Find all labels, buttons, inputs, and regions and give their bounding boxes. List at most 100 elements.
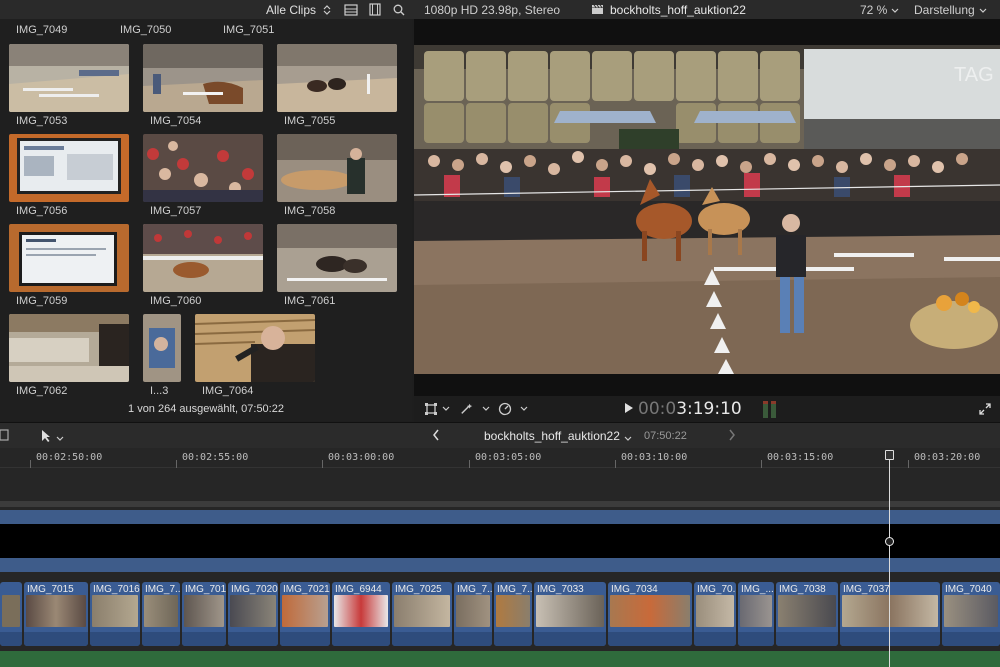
clip-filmstrip bbox=[778, 595, 836, 627]
clip-label: IMG_7064 bbox=[202, 385, 254, 397]
clip-thumbnail[interactable] bbox=[143, 134, 263, 202]
clip-audio bbox=[392, 632, 452, 646]
clip-label: IMG_7058 bbox=[284, 205, 336, 217]
timeline-clip[interactable]: IMG_7037 bbox=[840, 582, 940, 646]
chevron-down-icon[interactable] bbox=[520, 403, 528, 415]
timeline-clip[interactable]: IMG_... bbox=[738, 582, 774, 646]
clip-audio bbox=[332, 632, 390, 646]
connected-clip-bar[interactable] bbox=[0, 510, 1000, 524]
clip-label: IMG_7062 bbox=[16, 385, 68, 397]
speed-gauge-icon[interactable] bbox=[498, 402, 512, 416]
play-icon[interactable] bbox=[624, 399, 634, 419]
clip-name: IMG_7025 bbox=[395, 584, 442, 595]
clip-name: IMG_7033 bbox=[537, 584, 584, 595]
clip-name: IMG_6944 bbox=[335, 584, 382, 595]
clip-audio bbox=[142, 632, 180, 646]
fullscreen-icon[interactable] bbox=[978, 402, 992, 416]
audio-lane[interactable] bbox=[0, 651, 1000, 667]
timeline-clip[interactable]: IMG_7016 bbox=[90, 582, 140, 646]
clip-filter-menu[interactable]: Alle Clips bbox=[266, 3, 334, 17]
viewer: TAG bbox=[414, 19, 1000, 421]
clip-name: IMG_7... bbox=[145, 584, 180, 595]
skimmer-dot bbox=[885, 537, 894, 546]
ruler-tick bbox=[30, 460, 31, 468]
clip-audio bbox=[942, 632, 1000, 646]
clip-thumbnail[interactable] bbox=[9, 134, 129, 202]
clip-name: IMG_7015 bbox=[27, 584, 74, 595]
timeline-clip[interactable]: IMG_7... bbox=[454, 582, 492, 646]
clip-filmstrip bbox=[496, 595, 530, 627]
display-label: Darstellung bbox=[914, 2, 975, 17]
clip-thumbnail[interactable] bbox=[143, 44, 263, 112]
timeline[interactable]: IMG_7015 IMG_7016 IMG_7... IMG_7018 IMG_… bbox=[0, 468, 1000, 667]
timeline-clip[interactable]: IMG_7021 bbox=[280, 582, 330, 646]
clip-thumbnail[interactable] bbox=[9, 224, 129, 292]
timeline-clip[interactable]: IMG_70... bbox=[694, 582, 736, 646]
timeline-project-name[interactable]: bockholts_hoff_auktion22 bbox=[484, 429, 620, 443]
back-icon[interactable] bbox=[432, 429, 440, 444]
playhead[interactable] bbox=[889, 452, 890, 667]
select-tool-icon[interactable] bbox=[40, 429, 52, 446]
list-view-icon[interactable] bbox=[344, 3, 358, 17]
ruler-tick bbox=[908, 460, 909, 468]
search-icon[interactable] bbox=[392, 3, 406, 17]
timeline-clip[interactable]: IMG_7... bbox=[494, 582, 532, 646]
chevron-down-icon[interactable] bbox=[442, 403, 450, 415]
ruler-tick bbox=[761, 460, 762, 468]
zoom-menu[interactable]: 72 % bbox=[860, 3, 899, 17]
clip-name: IMG_7... bbox=[497, 584, 532, 595]
display-menu[interactable]: Darstellung bbox=[914, 3, 987, 17]
clip-filter-label: Alle Clips bbox=[265, 2, 316, 17]
timeline-clip[interactable]: IMG_7040 bbox=[942, 582, 1000, 646]
clip-audio bbox=[90, 632, 140, 646]
browser-toolbar: Alle Clips bbox=[0, 0, 412, 19]
clip-thumbnail[interactable] bbox=[277, 44, 397, 112]
clip-thumbnail[interactable] bbox=[9, 44, 129, 112]
clip-thumbnail[interactable] bbox=[143, 224, 263, 292]
timeline-clip[interactable]: IMG_7018 bbox=[182, 582, 226, 646]
black-clip[interactable] bbox=[0, 524, 1000, 558]
clip-label: IMG_7056 bbox=[16, 205, 68, 217]
chevron-down-icon[interactable] bbox=[624, 433, 632, 445]
storyline-bar[interactable] bbox=[0, 558, 1000, 572]
ruler-tick bbox=[322, 460, 323, 468]
clip-thumbnail[interactable] bbox=[277, 224, 397, 292]
timeline-clip[interactable]: IMG_7034 bbox=[608, 582, 692, 646]
clip-thumbnail[interactable] bbox=[143, 314, 181, 382]
timeline-clip[interactable]: IMG_7020 bbox=[228, 582, 278, 646]
clip-audio bbox=[494, 632, 532, 646]
up-down-chevron-icon bbox=[320, 3, 334, 17]
magic-wand-icon[interactable] bbox=[460, 402, 474, 416]
timecode-display: 00:03:19:10 bbox=[624, 399, 742, 419]
chevron-down-icon[interactable] bbox=[482, 403, 490, 415]
ruler-tick bbox=[176, 460, 177, 468]
timeline-clip[interactable]: IMG_7033 bbox=[534, 582, 606, 646]
chevron-down-icon[interactable] bbox=[56, 433, 64, 445]
transform-icon[interactable] bbox=[424, 402, 438, 416]
timeline-clip[interactable]: IMG_7015 bbox=[24, 582, 88, 646]
clip-audio bbox=[182, 632, 226, 646]
forward-icon[interactable] bbox=[728, 429, 736, 444]
clip-filmstrip bbox=[610, 595, 690, 627]
clip-filmstrip bbox=[92, 595, 138, 627]
timeline-clip[interactable]: IMG_7025 bbox=[392, 582, 452, 646]
clip-thumbnail[interactable] bbox=[195, 314, 315, 382]
clip-thumbnail[interactable] bbox=[9, 314, 129, 382]
clip-name: IMG_70... bbox=[697, 584, 736, 595]
clip-thumbnail[interactable] bbox=[277, 134, 397, 202]
timeline-ruler[interactable]: 00:02:50:00 00:02:55:00 00:03:00:00 00:0… bbox=[0, 448, 1000, 468]
timeline-clip[interactable]: IMG_7... bbox=[142, 582, 180, 646]
timeline-clip[interactable] bbox=[0, 582, 22, 646]
clip-filmstrip bbox=[184, 595, 224, 627]
clapper-icon bbox=[590, 3, 604, 17]
zoom-level: 72 % bbox=[860, 2, 888, 17]
svg-text:TAG: TAG bbox=[954, 64, 994, 86]
playhead-handle[interactable] bbox=[885, 450, 894, 460]
timeline-clip[interactable]: IMG_7038 bbox=[776, 582, 838, 646]
timeline-clip[interactable]: IMG_6944 bbox=[332, 582, 390, 646]
filmstrip-view-icon[interactable] bbox=[368, 3, 382, 17]
clip-name: IMG_7037 bbox=[843, 584, 890, 595]
timeline-view-icon[interactable] bbox=[0, 429, 10, 444]
clip-audio bbox=[534, 632, 606, 646]
clip-name: IMG_7... bbox=[457, 584, 492, 595]
